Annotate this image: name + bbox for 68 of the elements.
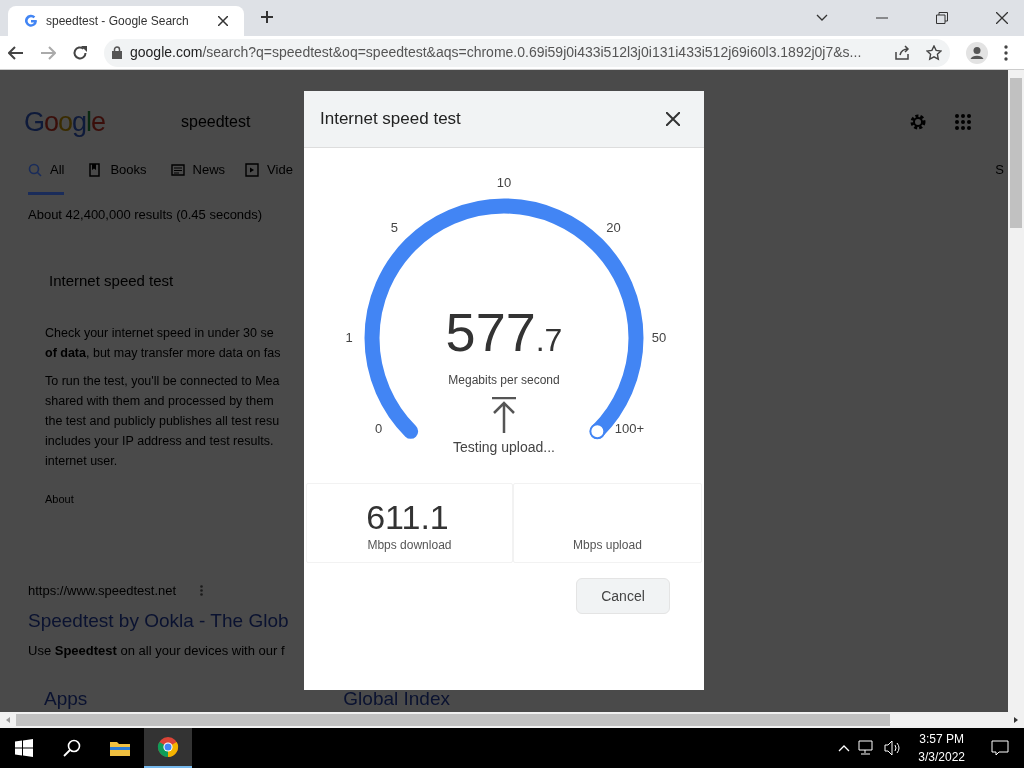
gauge-tick-label: 10 [496,174,512,193]
restore-icon[interactable] [936,12,948,24]
paragraph-line: of data, but may transfer more data on fas [45,344,281,362]
book-icon [88,162,103,177]
favicon-icon [24,14,38,28]
upload-arrow-icon [491,397,517,433]
result-title-link[interactable]: Speedtest by Ookla - The Glob [28,606,289,635]
speed-unit: Megabits per second [448,372,560,389]
close-icon[interactable] [666,112,680,126]
result-url: https://www.speedtest.net [28,582,177,600]
vertical-scrollbar[interactable] [1008,70,1024,712]
search-tab[interactable]: News [170,160,226,195]
paragraph-line: internet user. [45,452,118,470]
clock-date[interactable]: 3/3/2022 [918,748,965,766]
search-query[interactable]: speedtest [181,110,251,134]
horizontal-scrollbar[interactable] [0,712,1024,728]
address-bar[interactable]: google.com/search?q=speedtest&oq=speedtest&aqs=chrome.0.69i59j0i433i512l3j0i131i433i512j69i60l3.1892j0j7&s... [104,38,950,67]
reload-icon[interactable] [72,44,88,61]
paragraph-line: the test and publicly publishes all test resu [45,412,280,430]
logo[interactable]: Google [24,101,181,143]
gauge-tick-label: 100+ [614,420,645,439]
dialog-title: Internet speed test [320,108,461,131]
clock-time[interactable]: 3:57 PM [918,730,965,748]
about-link[interactable]: About [45,490,74,507]
play-icon [245,162,260,177]
widget-title: Internet speed test [49,271,174,291]
gauge-tick-label: 0 [375,420,383,439]
chrome-browser-icon[interactable] [157,736,179,758]
gauge-tick-label: 5 [390,219,398,238]
menu-icon[interactable] [1004,44,1008,61]
paragraph-line: Check your internet speed in under 30 se [45,324,274,342]
result-label: Mbps download [366,537,453,554]
gauge-tick-label: 1 [345,329,353,348]
search-tab[interactable]: All [28,160,65,195]
share-icon[interactable] [894,44,910,61]
notification-icon[interactable] [991,740,1009,756]
browser-tab[interactable]: speedtest - Google Search [8,6,244,36]
profile-avatar-icon[interactable] [966,41,988,64]
search-icon[interactable] [63,739,81,757]
gauge-thumb [589,423,606,440]
paragraph-line: To run the test, you'll be connected to Mea [45,372,280,390]
result-label: Mbps upload [572,537,643,554]
folder-icon[interactable] [109,739,131,757]
gauge-tick-label: 20 [606,219,621,238]
result-snippet: Use Speedtest on all your devices with our f [28,642,285,660]
chevron-down-icon[interactable] [816,14,828,22]
chevron-up-icon[interactable] [838,744,851,752]
back-arrow-icon[interactable] [8,45,24,60]
windows-logo-icon[interactable] [15,739,33,757]
search-tab[interactable]: Books [88,160,147,195]
paragraph-line: includes your IP address and test results. [45,432,274,450]
test-status: Testing upload... [453,438,555,457]
search-tab[interactable]: Vide [245,160,293,195]
sitelink[interactable]: Apps [44,684,88,712]
search-icon [28,162,42,177]
cancel-button[interactable]: Cancel [576,578,670,614]
paragraph-line: shared with them and processed by them [45,392,274,410]
result-stats: About 42,400,000 results (0.45 seconds) [28,205,263,224]
close-icon[interactable] [996,12,1008,24]
close-icon[interactable] [218,16,228,26]
tab-label[interactable]: S [995,160,1004,195]
gauge-tick-label: 50 [651,329,667,348]
lock-icon[interactable] [112,46,122,59]
volume-icon[interactable] [884,740,903,756]
speed-value: 577.7 [445,305,563,359]
newspaper-icon [170,162,185,177]
star-icon[interactable] [926,44,942,61]
result-value: 611.1 [365,500,450,534]
